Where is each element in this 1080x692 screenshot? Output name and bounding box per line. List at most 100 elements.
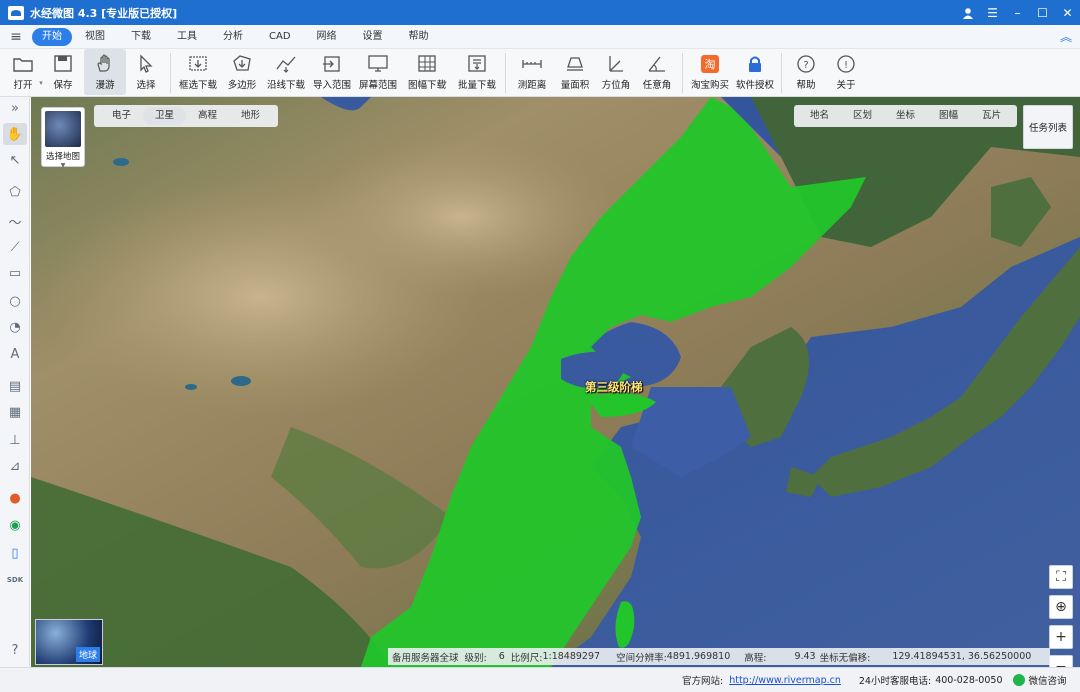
wechat-consult[interactable]: 微信咨询 bbox=[1029, 673, 1067, 687]
height-icon[interactable]: ⊥ bbox=[3, 429, 27, 451]
phone-label: 24小时客服电话: bbox=[858, 676, 932, 687]
sdk-icon[interactable]: SDK bbox=[3, 569, 27, 591]
toolbar-button-taobao[interactable]: 淘淘宝购买 bbox=[687, 49, 733, 95]
measure-distance-icon bbox=[521, 53, 543, 73]
base-map-tab-0[interactable]: 电子 bbox=[100, 107, 143, 125]
overlay-tab-2[interactable]: 坐标 bbox=[884, 107, 927, 125]
toolbar-label: 量面积 bbox=[560, 80, 590, 91]
slope-icon[interactable]: ⊿ bbox=[3, 455, 27, 477]
toolbar-label: 多边形 bbox=[227, 80, 257, 91]
toolbar-label: 淘宝购买 bbox=[690, 80, 729, 91]
task-list-label: 任务列表 bbox=[1028, 123, 1067, 134]
minimize-button[interactable]: – bbox=[1005, 0, 1030, 25]
base-map-tab-3[interactable]: 地形 bbox=[229, 107, 272, 125]
level-label: 级别: bbox=[464, 652, 487, 664]
expand-icon[interactable]: » bbox=[3, 97, 27, 119]
globe-overview[interactable]: 地球 bbox=[35, 619, 103, 665]
zoom-out-button[interactable]: − bbox=[1049, 655, 1073, 667]
menu-item-1[interactable]: 视图 bbox=[72, 28, 118, 46]
pan-icon[interactable]: ✋ bbox=[3, 123, 27, 145]
rectangle-icon[interactable]: ▭ bbox=[3, 262, 27, 284]
toolbar-label: 选择 bbox=[136, 80, 156, 91]
help-circle-icon[interactable]: ? bbox=[3, 639, 27, 661]
base-map-tab-2[interactable]: 高程 bbox=[186, 107, 229, 125]
toolbar-label: 帮助 bbox=[796, 80, 816, 91]
layers-color-icon[interactable]: ● bbox=[3, 487, 27, 509]
toolbar-button-measure-area[interactable]: 量面积 bbox=[554, 49, 596, 95]
satellite-map-canvas[interactable] bbox=[31, 97, 1080, 667]
toolbar-button-folder[interactable]: 打开 ▾ bbox=[4, 49, 43, 95]
toolbar-button-cursor[interactable]: 选择 bbox=[126, 49, 166, 95]
overlay-tab-0[interactable]: 地名 bbox=[798, 107, 841, 125]
ruler-icon[interactable]: ▤ bbox=[3, 375, 27, 397]
menu-item-7[interactable]: 设置 bbox=[350, 28, 396, 46]
map-view[interactable]: 选择地图 ▼ 电子 卫星 高程 地形 地名 区划 坐标 图幅 瓦片 任务列表 第三级阶梯 地球… bbox=[31, 97, 1080, 667]
toolbar-button-import-range[interactable]: 导入范围 bbox=[309, 49, 355, 95]
server-name: 备用服务器全球 bbox=[392, 652, 459, 664]
toolbar-button-polygon-download[interactable]: 多边形 bbox=[221, 49, 263, 95]
menu-item-6[interactable]: 网络 bbox=[304, 28, 350, 46]
bus-icon[interactable]: ▦ bbox=[3, 401, 27, 423]
toolbar-button-info[interactable]: ! 关于 bbox=[826, 49, 866, 95]
toolbar-label: 打开 bbox=[13, 80, 33, 91]
toolbar-button-rect-download[interactable]: 框选下载 bbox=[175, 49, 221, 95]
menu-icon[interactable]: ☰ bbox=[980, 0, 1005, 25]
circle-icon[interactable]: ○ bbox=[3, 290, 27, 312]
toolbar-separator bbox=[781, 53, 782, 93]
toolbar-button-angle[interactable]: 任意角 bbox=[636, 49, 678, 95]
maximize-button[interactable]: ☐ bbox=[1030, 0, 1055, 25]
line-download-icon bbox=[275, 53, 297, 73]
toolbar-button-save[interactable]: 保存 bbox=[42, 49, 84, 95]
base-map-tab-1[interactable]: 卫星 bbox=[143, 107, 187, 125]
menu-item-8[interactable]: 帮助 bbox=[396, 28, 442, 46]
toolbar-button-screen-range[interactable]: 屏幕范围 bbox=[355, 49, 401, 95]
menu-item-5[interactable]: CAD bbox=[256, 28, 304, 46]
line-chart-icon[interactable]: ⟋ bbox=[3, 236, 27, 258]
website-link[interactable]: http://www.rivermap.cn bbox=[729, 675, 841, 686]
app-logo-icon bbox=[8, 5, 24, 20]
menu-item-4[interactable]: 分析 bbox=[210, 28, 256, 46]
toolbar-label: 软件授权 bbox=[735, 80, 774, 91]
polyline-icon[interactable]: 〜 bbox=[3, 210, 27, 232]
footer-bar: 官方网站: http://www.rivermap.cn 24小时客服电话: 4… bbox=[0, 667, 1080, 692]
hamburger-menu-icon[interactable]: ≡ bbox=[0, 29, 32, 45]
toolbar-label: 方位角 bbox=[601, 80, 631, 91]
toolbar-button-line-download[interactable]: 沿线下载 bbox=[263, 49, 309, 95]
overlay-tab-1[interactable]: 区划 bbox=[841, 107, 884, 125]
website-label: 官方网站: bbox=[682, 676, 724, 687]
toolbar-button-hand[interactable]: 漫游 bbox=[84, 49, 126, 95]
locate-icon[interactable]: ⊕ bbox=[1049, 595, 1073, 619]
map-controls: ⛶ ⊕ + − bbox=[1049, 565, 1075, 667]
polygon-download-icon bbox=[231, 53, 253, 73]
toolbar-button-azimuth[interactable]: 方位角 bbox=[596, 49, 636, 95]
polygon-icon[interactable]: ⬠ bbox=[3, 181, 27, 203]
wechat-icon[interactable] bbox=[1012, 674, 1025, 686]
chevron-down-icon: ▼ bbox=[60, 162, 66, 169]
toolbar-button-measure-distance[interactable]: 测距离 bbox=[510, 49, 554, 95]
overlay-tab-4[interactable]: 瓦片 bbox=[970, 107, 1013, 125]
import-range-icon bbox=[321, 53, 343, 73]
user-icon[interactable] bbox=[955, 0, 980, 25]
toolbar-label: 屏幕范围 bbox=[358, 80, 397, 91]
toolbar-button-batch-download[interactable]: 批量下载 bbox=[453, 49, 501, 95]
base-map-selector[interactable]: 选择地图 ▼ bbox=[41, 107, 85, 169]
toolbar-separator bbox=[170, 53, 171, 93]
overlay-tab-3[interactable]: 图幅 bbox=[927, 107, 970, 125]
menu-item-2[interactable]: 下载 bbox=[118, 28, 164, 46]
sector-icon[interactable]: ◔ bbox=[3, 316, 27, 338]
toolbar-button-help[interactable]: ? 帮助 bbox=[786, 49, 826, 95]
select-icon[interactable]: ↖ bbox=[3, 149, 27, 171]
collapse-ribbon-icon[interactable]: ︽ bbox=[1052, 28, 1080, 45]
plugin-icon[interactable]: ◉ bbox=[3, 514, 27, 536]
toolbar-button-sheet-download[interactable]: 图幅下载 ▾ bbox=[401, 49, 453, 95]
close-button[interactable]: ✕ bbox=[1055, 0, 1080, 25]
task-list-button[interactable]: 任务列表 bbox=[1023, 105, 1073, 149]
toolbar-button-lock[interactable]: 软件授权 bbox=[733, 49, 777, 95]
text-icon[interactable]: A bbox=[3, 343, 27, 365]
menu-item-0[interactable]: 开始 bbox=[32, 27, 72, 46]
elevation-label: 高程: bbox=[744, 652, 767, 664]
phone-icon[interactable]: ▯ bbox=[3, 542, 27, 564]
fullscreen-icon[interactable]: ⛶ bbox=[1049, 565, 1073, 589]
menu-item-3[interactable]: 工具 bbox=[164, 28, 210, 46]
zoom-in-button[interactable]: + bbox=[1049, 625, 1073, 649]
